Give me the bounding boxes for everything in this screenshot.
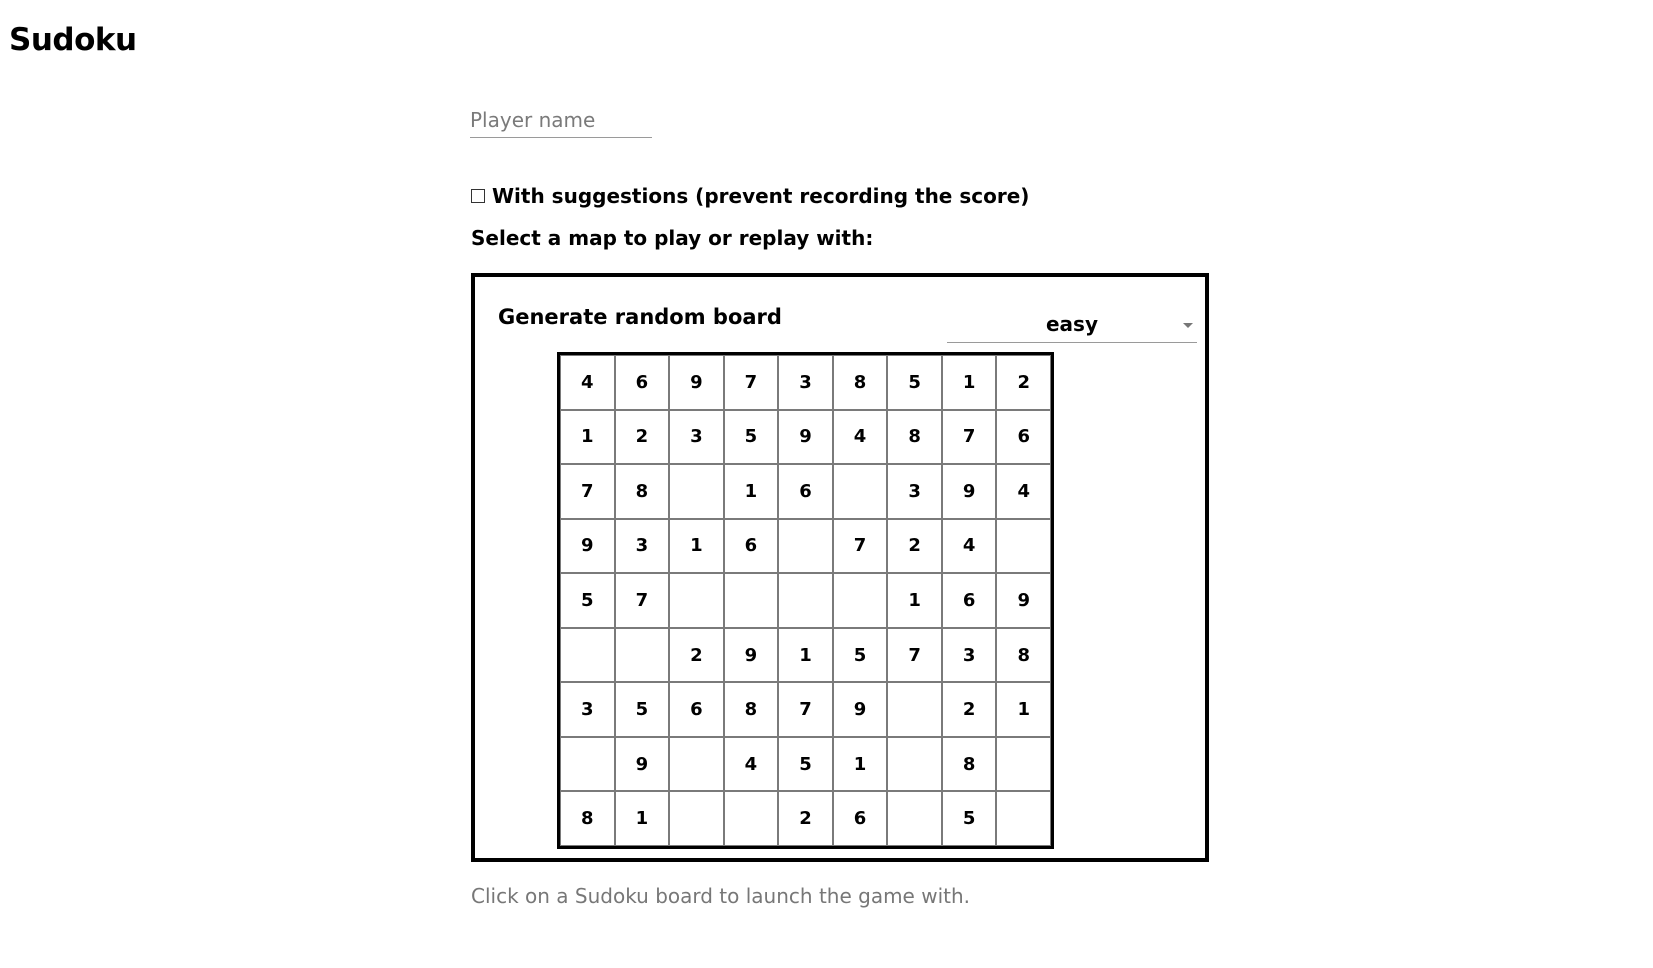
generate-random-board-label: Generate random board <box>498 305 782 329</box>
sudoku-cell: 6 <box>996 409 1051 465</box>
sudoku-board[interactable]: 4697385121235948767816394931672457169291… <box>557 352 1054 849</box>
sudoku-cell: 7 <box>832 518 888 574</box>
sudoku-cell: 9 <box>832 682 888 737</box>
sudoku-cell: 7 <box>614 573 670 628</box>
sudoku-cell: 1 <box>669 518 724 574</box>
sudoku-cell: 9 <box>560 518 615 574</box>
difficulty-value: easy <box>1045 312 1098 336</box>
sudoku-cell: 1 <box>723 464 779 519</box>
sudoku-cell: 5 <box>832 627 888 683</box>
sudoku-cell <box>723 791 779 846</box>
sudoku-cell: 1 <box>560 409 615 465</box>
sudoku-cell: 7 <box>778 682 833 737</box>
sudoku-cell <box>887 736 942 792</box>
sudoku-cell: 8 <box>614 464 670 519</box>
sudoku-cell <box>669 573 724 628</box>
sudoku-cell: 4 <box>723 736 779 792</box>
sudoku-cell: 5 <box>614 682 670 737</box>
launch-hint: Click on a Sudoku board to launch the ga… <box>471 884 971 908</box>
sudoku-cell: 8 <box>832 355 888 410</box>
sudoku-cell <box>560 736 615 792</box>
sudoku-cell: 7 <box>941 409 997 465</box>
sudoku-cell <box>560 627 615 683</box>
sudoku-cell <box>887 791 942 846</box>
sudoku-cell <box>723 573 779 628</box>
sudoku-cell: 2 <box>941 682 997 737</box>
sudoku-cell: 3 <box>887 464 942 519</box>
sudoku-cell <box>669 791 724 846</box>
sudoku-cell: 6 <box>669 682 724 737</box>
suggestions-label: With suggestions (prevent recording the … <box>492 184 1030 208</box>
sudoku-cell: 4 <box>941 518 997 574</box>
sudoku-cell: 3 <box>614 518 670 574</box>
sudoku-cell <box>832 464 888 519</box>
sudoku-cell: 5 <box>723 409 779 465</box>
difficulty-select[interactable]: easy <box>947 309 1197 343</box>
sudoku-cell: 8 <box>723 682 779 737</box>
sudoku-cell: 1 <box>941 355 997 410</box>
sudoku-cell: 6 <box>778 464 833 519</box>
sudoku-cell: 9 <box>723 627 779 683</box>
sudoku-cell: 7 <box>723 355 779 410</box>
sudoku-cell: 2 <box>887 518 942 574</box>
sudoku-cell <box>778 573 833 628</box>
sudoku-cell: 4 <box>996 464 1051 519</box>
sudoku-cell <box>778 518 833 574</box>
sudoku-cell: 4 <box>832 409 888 465</box>
sudoku-cell <box>996 518 1051 574</box>
sudoku-cell <box>996 736 1051 792</box>
sudoku-cell: 6 <box>941 573 997 628</box>
sudoku-cell: 1 <box>614 791 670 846</box>
sudoku-cell: 4 <box>560 355 615 410</box>
chevron-down-icon <box>1183 323 1193 328</box>
sudoku-cell: 6 <box>723 518 779 574</box>
sudoku-cell: 9 <box>614 736 670 792</box>
sudoku-cell: 1 <box>778 627 833 683</box>
sudoku-cell: 5 <box>887 355 942 410</box>
sudoku-cell <box>832 573 888 628</box>
sudoku-cell <box>669 736 724 792</box>
sudoku-cell: 5 <box>560 573 615 628</box>
sudoku-cell: 5 <box>778 736 833 792</box>
sudoku-cell: 7 <box>887 627 942 683</box>
sudoku-cell: 3 <box>778 355 833 410</box>
suggestions-option[interactable]: With suggestions (prevent recording the … <box>471 184 1029 208</box>
page-title: Sudoku <box>9 22 137 58</box>
sudoku-cell: 9 <box>941 464 997 519</box>
sudoku-cell: 1 <box>996 682 1051 737</box>
sudoku-cell: 1 <box>887 573 942 628</box>
sudoku-cell: 9 <box>778 409 833 465</box>
sudoku-cell: 3 <box>669 409 724 465</box>
sudoku-cell <box>887 682 942 737</box>
sudoku-cell: 6 <box>614 355 670 410</box>
sudoku-cell <box>669 464 724 519</box>
sudoku-cell: 2 <box>614 409 670 465</box>
sudoku-cell: 2 <box>996 355 1051 410</box>
sudoku-cell: 8 <box>887 409 942 465</box>
sudoku-cell <box>614 627 670 683</box>
sudoku-cell: 2 <box>669 627 724 683</box>
sudoku-cell: 9 <box>996 573 1051 628</box>
sudoku-cell <box>996 791 1051 846</box>
sudoku-cell: 8 <box>941 736 997 792</box>
sudoku-cell: 9 <box>669 355 724 410</box>
sudoku-cell: 8 <box>996 627 1051 683</box>
suggestions-checkbox[interactable] <box>471 189 485 203</box>
select-map-label: Select a map to play or replay with: <box>471 226 874 250</box>
sudoku-cell: 5 <box>941 791 997 846</box>
sudoku-cell: 3 <box>941 627 997 683</box>
sudoku-cell: 6 <box>832 791 888 846</box>
player-name-input[interactable] <box>470 102 652 138</box>
random-board-panel: Generate random board easy 4697385121235… <box>471 273 1209 862</box>
sudoku-cell: 1 <box>832 736 888 792</box>
sudoku-cell: 2 <box>778 791 833 846</box>
sudoku-cell: 8 <box>560 791 615 846</box>
sudoku-cell: 3 <box>560 682 615 737</box>
sudoku-cell: 7 <box>560 464 615 519</box>
